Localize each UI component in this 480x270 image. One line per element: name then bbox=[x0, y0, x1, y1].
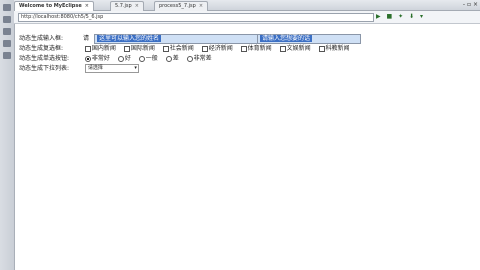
tool-icon[interactable] bbox=[3, 52, 11, 59]
tool-icon[interactable] bbox=[3, 40, 11, 47]
close-icon[interactable]: × bbox=[85, 3, 89, 9]
radio-label: 动态生成单选按钮: bbox=[19, 55, 70, 62]
tab-process5-7-jsp[interactable]: process5_7.jsp × bbox=[154, 1, 209, 11]
close-icon[interactable]: × bbox=[199, 3, 203, 9]
window-controls[interactable]: - ▫ × bbox=[463, 1, 478, 8]
checkbox-sports[interactable]: 体育新闻 bbox=[240, 44, 272, 53]
select-row: 动态生成下拉列表: 请选择 ▾ bbox=[19, 64, 139, 73]
text-input-row: 动态生成输入框: 请 这里可以输入您的姓名 请输入您想要的话 bbox=[19, 34, 361, 44]
text-prefix: 请 bbox=[83, 35, 90, 42]
dropdown-select[interactable]: 请选择 ▾ bbox=[84, 64, 139, 73]
message-input[interactable]: 请输入您想要的话 bbox=[257, 34, 361, 44]
radio-poor[interactable]: 差 bbox=[165, 54, 179, 63]
radio-very-poor[interactable]: 非常差 bbox=[186, 54, 212, 63]
checkbox-international[interactable]: 国际新闻 bbox=[123, 44, 155, 53]
editor-tab-bar: Welcome to MyEclipse × 5.7.jsp × process5_… bbox=[14, 0, 480, 11]
checkbox-science[interactable]: 科教新闻 bbox=[318, 44, 350, 53]
tab-welcome[interactable]: Welcome to MyEclipse × bbox=[14, 1, 94, 11]
checkbox-domestic[interactable]: 国内新闻 bbox=[84, 44, 116, 53]
tool-icon[interactable] bbox=[3, 16, 11, 23]
checkbox-economy[interactable]: 经济新闻 bbox=[201, 44, 233, 53]
url-bar[interactable]: http://localhost:8080/ch5/5_6.jsp bbox=[18, 13, 374, 22]
tool-icon[interactable] bbox=[3, 4, 11, 11]
browser-toolbar: http://localhost:8080/ch5/5_6.jsp ▶ ■ ✦ … bbox=[14, 11, 480, 24]
checkbox-society[interactable]: 社会新闻 bbox=[162, 44, 194, 53]
select-label: 动态生成下拉列表: bbox=[19, 65, 70, 72]
radio-row: 动态生成单选按钮: 非常好 好 一般 差 非常差 bbox=[19, 54, 218, 63]
go-icon[interactable]: ▶ ■ ✦ ⬇ ▾ bbox=[376, 13, 425, 20]
tool-icon[interactable] bbox=[3, 28, 11, 35]
tab-5-7-jsp[interactable]: 5.7.jsp × bbox=[110, 1, 144, 11]
checkbox-label: 动态生成复选框: bbox=[19, 45, 64, 52]
close-icon[interactable]: × bbox=[135, 3, 139, 9]
chevron-down-icon: ▾ bbox=[134, 65, 137, 71]
page-content: 动态生成输入框: 请 这里可以输入您的姓名 请输入您想要的话 动态生成复选框: 国… bbox=[14, 24, 480, 270]
left-toolbar bbox=[0, 0, 15, 270]
radio-very-good[interactable]: 非常好 bbox=[84, 54, 110, 63]
radio-good[interactable]: 好 bbox=[117, 54, 131, 63]
name-input[interactable]: 这里可以输入您的姓名 bbox=[94, 34, 258, 44]
text-input-label: 动态生成输入框: bbox=[19, 35, 64, 42]
checkbox-entertainment[interactable]: 文娱新闻 bbox=[279, 44, 311, 53]
checkbox-row: 动态生成复选框: 国内新闻 国际新闻 社会新闻 经济新闻 体育新闻 文娱新闻 科… bbox=[19, 44, 356, 53]
radio-average[interactable]: 一般 bbox=[138, 54, 158, 63]
